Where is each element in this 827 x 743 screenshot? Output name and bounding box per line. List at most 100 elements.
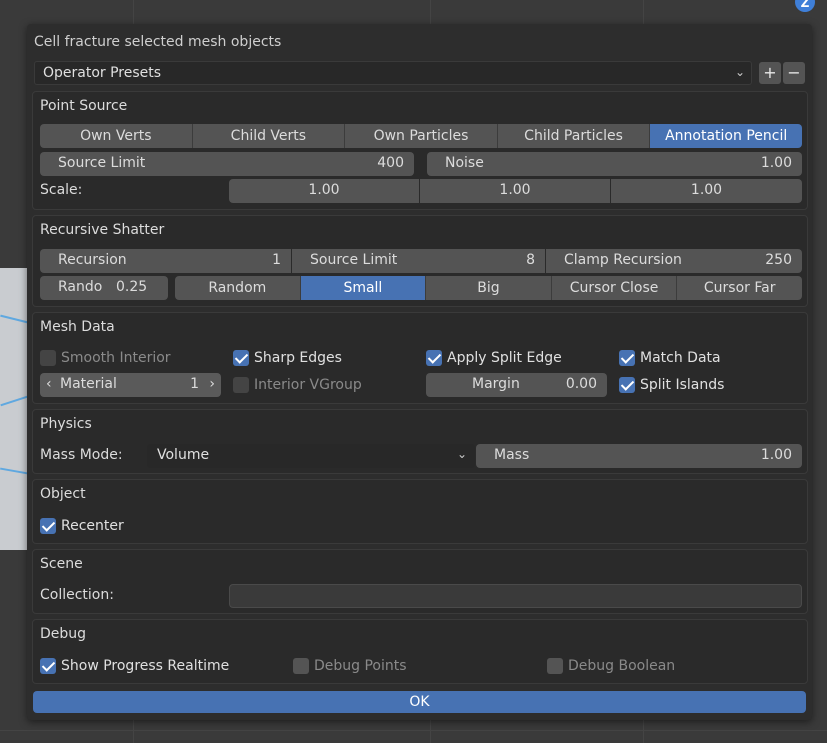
mass-field[interactable]: Mass 1.00 [476,444,802,468]
smooth-interior-checkbox[interactable]: Smooth Interior [40,347,171,369]
mass-mode-label: Mass Mode: [40,447,123,463]
viewport-grid-line [0,730,827,731]
checkbox-label: Interior VGroup [254,377,362,393]
match-data-checkbox[interactable]: Match Data [619,347,721,369]
chevron-down-icon: ⌄ [734,65,745,79]
checkmark-icon [619,350,635,366]
recenter-checkbox[interactable]: Recenter [40,515,124,537]
viewport-mesh [0,268,28,550]
checkbox-label: Show Progress Realtime [61,658,230,674]
mass-mode-dropdown[interactable]: Volume ⌄ [147,444,475,468]
field-value: 1.00 [308,182,340,198]
panel-title: Point Source [40,98,128,114]
checkbox-label: Sharp Edges [254,350,342,366]
checkbox-box [233,377,249,393]
debug-points-checkbox[interactable]: Debug Points [293,655,407,677]
field-label: Noise [445,155,484,171]
cell-fracture-dialog: Cell fracture selected mesh objects Oper… [27,24,812,720]
ok-button[interactable]: OK [33,691,806,713]
checkmark-icon [233,350,249,366]
field-value: 0.25 [116,279,148,295]
recursive-shatter-panel: Recursive Shatter Recursion 1 Source Lim… [32,215,808,307]
panel-title: Recursive Shatter [40,222,165,238]
field-value: 1.00 [760,155,792,171]
option-child-particles[interactable]: Child Particles [497,124,651,148]
field-value: 1 [190,376,199,392]
scale-z-field[interactable]: 1.00 [611,179,802,203]
sharp-edges-checkbox[interactable]: Sharp Edges [233,347,342,369]
apply-split-edge-checkbox[interactable]: Apply Split Edge [426,347,562,369]
panel-title: Object [40,486,86,502]
checkbox-box [547,658,563,674]
collection-field[interactable] [229,584,802,608]
collection-label: Collection: [40,587,114,603]
field-label: Recursion [58,252,127,268]
remove-preset-button[interactable]: − [783,62,805,84]
checkbox-label: Recenter [61,518,124,534]
add-preset-button[interactable]: + [759,62,781,84]
dialog-title: Cell fracture selected mesh objects [34,34,282,50]
chevron-right-icon[interactable]: › [209,376,215,392]
field-value: 8 [526,252,535,268]
field-label: Clamp Recursion [564,252,682,268]
panel-title: Physics [40,416,92,432]
interior-vgroup-checkbox[interactable]: Interior VGroup [233,374,362,396]
checkmark-icon [426,350,442,366]
object-panel: Object Recenter [32,479,808,544]
chevron-down-icon: ⌄ [456,447,467,461]
checkbox-label: Smooth Interior [61,350,171,366]
field-value: 1.00 [760,447,792,463]
gizmo-z-axis-icon[interactable]: Z [795,0,815,12]
option-child-verts[interactable]: Child Verts [192,124,346,148]
debug-panel: Debug Show Progress Realtime Debug Point… [32,619,808,684]
recursion-field[interactable]: Recursion 1 [40,249,291,273]
recursion-source-limit-field[interactable]: Source Limit 8 [292,249,545,273]
scene-panel: Scene Collection: [32,549,808,614]
field-label: Source Limit [310,252,398,268]
option-own-particles[interactable]: Own Particles [345,124,498,148]
margin-field[interactable]: Margin 0.00 [426,373,607,397]
option-small[interactable]: Small [300,276,427,300]
physics-panel: Physics Mass Mode: Volume ⌄ Mass 1.00 [32,409,808,474]
noise-field[interactable]: Noise 1.00 [427,152,802,176]
field-value: 1.00 [499,182,531,198]
random-factor-field[interactable]: Rando 0.25 [40,276,168,300]
option-own-verts[interactable]: Own Verts [40,124,193,148]
split-islands-checkbox[interactable]: Split Islands [619,374,724,396]
option-cursor-close[interactable]: Cursor Close [551,276,678,300]
show-progress-realtime-checkbox[interactable]: Show Progress Realtime [40,655,229,677]
scale-label: Scale: [40,182,83,198]
checkmark-icon [619,377,635,393]
chevron-left-icon[interactable]: ‹ [46,376,52,392]
field-label: Source Limit [58,155,146,171]
checkmark-icon [40,658,56,674]
source-limit-field[interactable]: Source Limit 400 [40,152,414,176]
option-annotation-pencil[interactable]: Annotation Pencil [650,124,802,148]
field-label: Rando [58,279,103,295]
dropdown-value: Volume [157,447,210,463]
debug-boolean-checkbox[interactable]: Debug Boolean [547,655,675,677]
field-value: 0.00 [565,376,597,392]
field-value: 400 [377,155,404,171]
checkbox-label: Split Islands [640,377,725,393]
checkbox-label: Debug Points [314,658,407,674]
option-cursor-far[interactable]: Cursor Far [677,276,802,300]
checkbox-box [40,350,56,366]
option-random[interactable]: Random [175,276,301,300]
scale-y-field[interactable]: 1.00 [420,179,610,203]
checkbox-label: Debug Boolean [568,658,676,674]
field-label: Margin [472,376,520,392]
operator-presets-label: Operator Presets [43,65,162,81]
panel-title: Mesh Data [40,319,115,335]
checkmark-icon [40,518,56,534]
field-value: 1.00 [690,182,723,198]
option-big[interactable]: Big [426,276,552,300]
clamp-recursion-field[interactable]: Clamp Recursion 250 [546,249,802,273]
operator-presets-dropdown[interactable]: Operator Presets ⌄ [34,61,752,85]
mesh-data-panel: Mesh Data Smooth Interior Sharp Edges Ap… [32,312,808,404]
scale-x-field[interactable]: 1.00 [229,179,419,203]
field-value: 1 [272,252,281,268]
material-field[interactable]: ‹ Material 1 › [40,373,221,397]
recursion-mode-selector: Random Small Big Cursor Close Cursor Far [175,276,802,300]
field-label: Mass [494,447,530,463]
